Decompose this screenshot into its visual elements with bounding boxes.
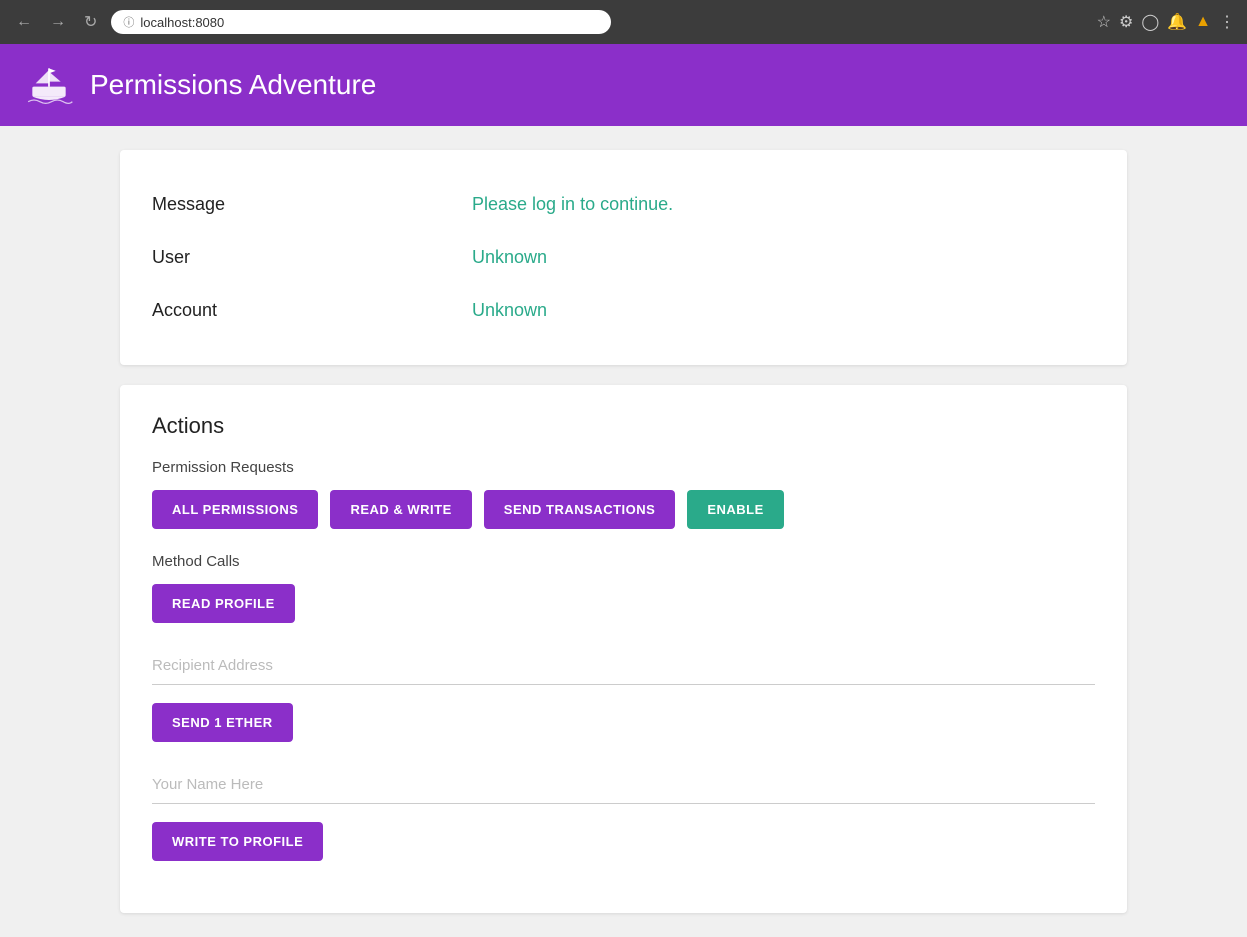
message-row: Message Please log in to continue. [152,178,1095,231]
main-content: Message Please log in to continue. User … [0,126,1247,937]
extensions-icon[interactable]: ⚙ [1119,12,1133,32]
method-calls-label: Method Calls [152,553,1095,570]
actions-title: Actions [152,413,1095,439]
user-row: User Unknown [152,231,1095,284]
all-permissions-button[interactable]: ALL PERMISSIONS [152,490,318,529]
method-calls-section: Method Calls READ PROFILE SEND 1 ETHER W… [152,553,1095,861]
permission-requests-label: Permission Requests [152,459,1095,476]
account-label: Account [152,300,472,321]
url-text: localhost:8080 [140,15,224,30]
browser-chrome: ← → ↻ ⓘ localhost:8080 ☆ ⚙ ◯ 🔔 ▲ ⋮ [0,0,1247,44]
back-button[interactable]: ← [12,9,36,35]
fox-icon[interactable]: ▲ [1195,13,1211,31]
bookmark-icon[interactable]: ☆ [1097,12,1111,32]
send-transactions-button[interactable]: SEND TRANSACTIONS [484,490,676,529]
notification-icon[interactable]: 🔔 [1167,12,1187,32]
read-profile-button[interactable]: READ PROFILE [152,584,295,623]
menu-icon[interactable]: ⋮ [1219,12,1235,32]
app-title: Permissions Adventure [90,69,376,101]
ship-logo-icon [24,60,74,110]
read-profile-group: READ PROFILE [152,584,1095,623]
send-ether-group: SEND 1 ETHER [152,703,1095,742]
user-value: Unknown [472,247,547,268]
enable-button[interactable]: ENABLE [687,490,783,529]
read-write-button[interactable]: READ & WRITE [330,490,471,529]
send-ether-button[interactable]: SEND 1 ETHER [152,703,293,742]
message-value: Please log in to continue. [472,194,673,215]
lock-icon: ⓘ [123,14,134,30]
write-profile-group: WRITE TO PROFILE [152,822,1095,861]
browser-actions: ☆ ⚙ ◯ 🔔 ▲ ⋮ [1097,12,1235,32]
account-row: Account Unknown [152,284,1095,337]
reload-button[interactable]: ↻ [80,8,101,36]
forward-button[interactable]: → [46,9,70,35]
profile-icon[interactable]: ◯ [1141,12,1159,32]
permission-buttons-group: ALL PERMISSIONS READ & WRITE SEND TRANSA… [152,490,1095,529]
message-label: Message [152,194,472,215]
write-profile-button[interactable]: WRITE TO PROFILE [152,822,323,861]
recipient-address-input[interactable] [152,647,1095,685]
your-name-input[interactable] [152,766,1095,804]
info-card: Message Please log in to continue. User … [120,150,1127,365]
account-value: Unknown [472,300,547,321]
user-label: User [152,247,472,268]
address-bar[interactable]: ⓘ localhost:8080 [111,10,611,34]
app-header: Permissions Adventure [0,44,1247,126]
actions-card: Actions Permission Requests ALL PERMISSI… [120,385,1127,913]
